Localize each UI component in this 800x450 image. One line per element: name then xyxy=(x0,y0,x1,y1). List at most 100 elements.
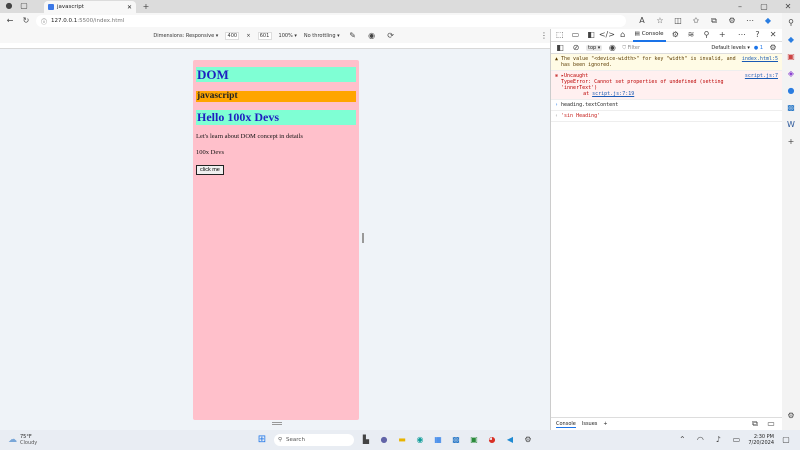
inspect-icon[interactable]: ⬚ xyxy=(554,29,566,41)
back-icon[interactable]: ← xyxy=(4,15,16,27)
network-icon[interactable]: ≋ xyxy=(685,29,697,41)
sidebar-games-icon[interactable]: ● xyxy=(785,85,797,97)
task-view-icon[interactable]: ▙ xyxy=(360,434,372,446)
sidebar-search-icon[interactable]: ⚲ xyxy=(785,17,797,29)
favorites-icon[interactable]: ✩ xyxy=(690,15,702,27)
sidebar-tools-icon[interactable]: ◈ xyxy=(785,68,797,80)
sidebar-word-icon[interactable]: W xyxy=(785,119,797,131)
maximize-icon[interactable]: ▢ xyxy=(752,0,776,13)
zoom-label: 100% xyxy=(278,33,293,39)
chrome-icon[interactable]: ◕ xyxy=(486,434,498,446)
outlook-icon[interactable]: ▩ xyxy=(450,434,462,446)
warning-source-link[interactable]: index.html:5 xyxy=(742,56,778,68)
device-more-icon[interactable]: ⋮ xyxy=(538,30,550,42)
chat-icon[interactable]: ● xyxy=(378,434,390,446)
height-input[interactable]: 601 xyxy=(257,32,272,40)
sidebar-shopping-icon[interactable]: ▣ xyxy=(785,51,797,63)
close-tab-icon[interactable]: ✕ xyxy=(127,4,132,11)
add-tool-icon[interactable]: + xyxy=(716,29,728,41)
profile-icon[interactable]: ● xyxy=(3,0,15,12)
browser-tab[interactable]: javascript ✕ xyxy=(44,1,136,13)
page-heading-dom: DOM xyxy=(196,67,356,82)
drawer-tab-issues[interactable]: Issues xyxy=(582,421,598,427)
edge-icon[interactable]: ◉ xyxy=(414,434,426,446)
devtools-more-icon[interactable]: ⋯ xyxy=(736,29,748,41)
new-tab-icon[interactable]: + xyxy=(140,1,152,13)
drawer-add-icon[interactable]: + xyxy=(603,421,607,427)
wifi-icon[interactable]: ◠ xyxy=(694,434,706,446)
performance-icon[interactable]: ⚲ xyxy=(701,29,713,41)
weather-widget[interactable]: ☁ 75°F Cloudy xyxy=(0,434,200,446)
drawer-close-icon[interactable]: ▭ xyxy=(765,418,777,430)
minimize-icon[interactable]: – xyxy=(728,0,752,13)
context-dropdown[interactable]: top ▾ xyxy=(586,44,603,51)
workspaces-icon[interactable]: ▢ xyxy=(18,0,30,12)
error-stack-link[interactable]: script.js:7:19 xyxy=(592,91,634,97)
rotate-icon[interactable]: ⟳ xyxy=(385,30,397,42)
sources-icon[interactable]: ⚙ xyxy=(670,29,682,41)
console-sidebar-icon[interactable]: ◧ xyxy=(554,42,566,54)
vision-icon[interactable]: ◉ xyxy=(366,30,378,42)
console-expression: heading.textContent xyxy=(561,102,619,108)
help-icon[interactable]: ? xyxy=(752,29,764,41)
tab-title: javascript xyxy=(57,4,84,10)
windows-start-icon[interactable]: ⊞ xyxy=(256,434,268,446)
info-icon[interactable]: ⓘ xyxy=(41,17,47,26)
clear-console-icon[interactable]: ⊘ xyxy=(570,42,582,54)
taskbar-search[interactable]: ⚲ Search xyxy=(274,434,354,446)
photos-icon[interactable]: ▣ xyxy=(468,434,480,446)
notification-icon[interactable]: ▢ xyxy=(780,434,792,446)
tab-console[interactable]: ▤ Console xyxy=(632,29,666,42)
drawer-dock-icon[interactable]: ⧉ xyxy=(749,418,761,430)
side-resize-handle[interactable] xyxy=(362,233,364,243)
tray-chevron-icon[interactable]: ⌃ xyxy=(676,434,688,446)
issues-badge[interactable]: ● 1 xyxy=(754,45,763,51)
error-source-link[interactable]: script.js:7 xyxy=(745,73,778,97)
console-icon: ▤ xyxy=(634,31,640,37)
media-query-ruler xyxy=(0,43,550,49)
battery-icon[interactable]: ▭ xyxy=(730,434,742,446)
devtools-drawer: Console Issues + ⧉ ▭ xyxy=(551,417,782,430)
clock-date: 7/20/2024 xyxy=(748,440,774,446)
copilot-icon[interactable]: ◆ xyxy=(762,15,774,27)
refresh-icon[interactable]: ↻ xyxy=(20,15,32,27)
sidebar-toggle-icon[interactable]: ◧ xyxy=(585,29,597,41)
url-field[interactable]: ⓘ 127.0.0.1:5500/index.html xyxy=(36,15,626,27)
bottom-resize-handle[interactable] xyxy=(272,422,282,425)
cloud-icon: ☁ xyxy=(8,435,17,445)
drawer-tab-console[interactable]: Console xyxy=(556,421,576,428)
collections-icon[interactable]: ⧉ xyxy=(708,15,720,27)
sidebar-settings-icon[interactable]: ⚙ xyxy=(785,410,797,422)
vscode-icon[interactable]: ◀ xyxy=(504,434,516,446)
close-window-icon[interactable]: ✕ xyxy=(776,0,800,13)
welcome-icon[interactable]: ⌂ xyxy=(617,29,629,41)
click-me-button[interactable]: click me xyxy=(196,165,224,175)
device-emulation-icon[interactable]: ▭ xyxy=(570,29,582,41)
error-text[interactable]: ▸Uncaught TypeError: Cannot set properti… xyxy=(561,73,727,91)
width-input[interactable]: 400 xyxy=(225,32,240,40)
zoom-dropdown[interactable]: 100% ▾ xyxy=(279,33,297,39)
throttling-dropdown[interactable]: No throttling ▾ xyxy=(304,33,340,39)
extensions-icon[interactable]: ⚙ xyxy=(726,15,738,27)
settings-app-icon[interactable]: ⚙ xyxy=(522,434,534,446)
more-menu-icon[interactable]: ⋯ xyxy=(744,15,756,27)
favorite-star-icon[interactable]: ☆ xyxy=(654,15,666,27)
taskbar-clock[interactable]: 2:30 PM 7/20/2024 xyxy=(748,434,774,446)
levels-dropdown[interactable]: Default levels ▾ xyxy=(711,45,749,51)
sidebar-tag-icon[interactable]: ◆ xyxy=(785,34,797,46)
ms-store-icon[interactable]: ▦ xyxy=(432,434,444,446)
console-settings-icon[interactable]: ⚙ xyxy=(767,42,779,54)
split-screen-icon[interactable]: ◫ xyxy=(672,15,684,27)
sensors-icon[interactable]: ✎ xyxy=(347,30,359,42)
sidebar-outlook-icon[interactable]: ▩ xyxy=(785,102,797,114)
console-filter-input[interactable]: ⛉ Filter xyxy=(622,45,668,51)
live-expression-icon[interactable]: ◉ xyxy=(606,42,618,54)
read-aloud-icon[interactable]: A xyxy=(636,15,648,27)
sidebar-add-icon[interactable]: + xyxy=(785,136,797,148)
edge-sidebar: ⚲ ◆ ▣ ◈ ● ▩ W + ⚙ xyxy=(782,13,800,430)
elements-icon[interactable]: </> xyxy=(599,29,615,41)
close-devtools-icon[interactable]: ✕ xyxy=(767,29,779,41)
file-explorer-icon[interactable]: ▬ xyxy=(396,434,408,446)
dimensions-dropdown[interactable]: Dimensions: Responsive ▾ xyxy=(153,33,218,39)
volume-icon[interactable]: ♪ xyxy=(712,434,724,446)
